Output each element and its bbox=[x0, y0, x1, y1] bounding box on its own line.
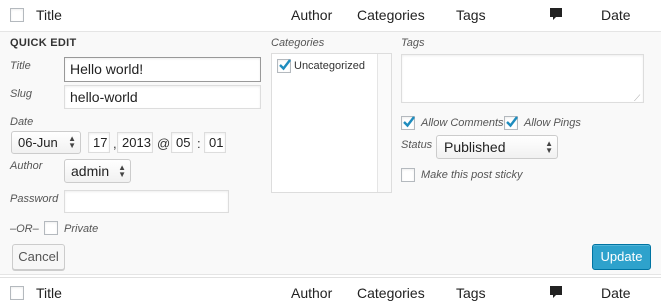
update-button[interactable]: Update bbox=[592, 244, 651, 270]
sticky-checkbox[interactable] bbox=[401, 168, 415, 182]
status-label: Status bbox=[401, 139, 433, 151]
hour-input[interactable]: 05 bbox=[171, 132, 193, 153]
resize-grip-icon[interactable]: ⟋ bbox=[634, 93, 640, 104]
column-categories-header: Categories bbox=[357, 7, 425, 23]
or-label: –OR– bbox=[10, 223, 39, 235]
checkmark-icon bbox=[279, 59, 291, 71]
cancel-button[interactable]: Cancel bbox=[12, 244, 65, 270]
column-date-footer[interactable]: Date bbox=[601, 285, 631, 301]
column-title-header[interactable]: Title bbox=[36, 7, 62, 23]
status-value: Published bbox=[444, 139, 506, 155]
title-label: Title bbox=[10, 60, 31, 72]
slug-input[interactable]: hello-world bbox=[64, 85, 261, 109]
password-input[interactable] bbox=[64, 190, 229, 213]
day-input[interactable]: 17 bbox=[88, 132, 110, 153]
title-input[interactable]: Hello world! bbox=[64, 57, 261, 82]
column-date-header[interactable]: Date bbox=[601, 7, 631, 23]
categories-label: Categories bbox=[271, 37, 325, 49]
checkmark-icon bbox=[506, 116, 518, 128]
column-title-footer[interactable]: Title bbox=[36, 285, 62, 301]
select-all-checkbox-top[interactable] bbox=[10, 8, 24, 22]
list-header-top: Title Author Categories Tags Date bbox=[0, 0, 661, 30]
allow-comments-label: Allow Comments bbox=[421, 117, 504, 129]
allow-pings-label: Allow Pings bbox=[524, 117, 581, 129]
author-label: Author bbox=[10, 160, 43, 172]
category-item-label: Uncategorized bbox=[294, 60, 365, 72]
updown-arrows-icon: ▲ ▼ bbox=[545, 139, 553, 155]
minute-input[interactable]: 01 bbox=[204, 132, 226, 153]
private-checkbox[interactable] bbox=[44, 221, 58, 235]
tags-label: Tags bbox=[401, 37, 425, 49]
column-author-header: Author bbox=[291, 7, 333, 23]
allow-pings-checkbox[interactable] bbox=[504, 116, 518, 130]
month-select[interactable]: 06-Jun ▲ ▼ bbox=[11, 131, 81, 154]
category-checkbox[interactable] bbox=[277, 59, 291, 73]
updown-arrows-icon: ▲ ▼ bbox=[68, 134, 76, 150]
password-label: Password bbox=[10, 193, 59, 205]
author-value: admin bbox=[71, 163, 110, 179]
sticky-label: Make this post sticky bbox=[421, 169, 523, 181]
year-input[interactable]: 2013 bbox=[117, 132, 153, 153]
column-tags-header: Tags bbox=[456, 7, 486, 23]
updown-arrows-icon: ▲ ▼ bbox=[118, 163, 126, 179]
quick-edit-heading: QUICK EDIT bbox=[10, 37, 77, 49]
column-tags-footer: Tags bbox=[456, 285, 486, 301]
author-select[interactable]: admin ▲ ▼ bbox=[64, 159, 131, 183]
time-separator: : bbox=[197, 136, 201, 151]
categories-scrollbar[interactable] bbox=[377, 54, 391, 192]
date-label: Date bbox=[10, 116, 34, 128]
categories-checklist[interactable]: Uncategorized bbox=[271, 53, 392, 193]
select-all-checkbox-bottom[interactable] bbox=[10, 286, 24, 300]
slug-label: Slug bbox=[10, 88, 33, 100]
column-categories-footer: Categories bbox=[357, 285, 425, 301]
column-author-footer: Author bbox=[291, 285, 333, 301]
status-select[interactable]: Published ▲ ▼ bbox=[436, 135, 558, 159]
list-header-bottom: Title Author Categories Tags Date bbox=[0, 278, 661, 308]
allow-comments-checkbox[interactable] bbox=[401, 116, 415, 130]
comment-bubble-icon[interactable] bbox=[549, 285, 563, 303]
checkmark-icon bbox=[403, 116, 415, 128]
at-separator: @ bbox=[157, 136, 171, 151]
tags-textarea[interactable] bbox=[401, 54, 644, 103]
private-label: Private bbox=[64, 223, 99, 235]
month-value: 06-Jun bbox=[18, 135, 58, 150]
comment-bubble-icon[interactable] bbox=[549, 7, 563, 25]
